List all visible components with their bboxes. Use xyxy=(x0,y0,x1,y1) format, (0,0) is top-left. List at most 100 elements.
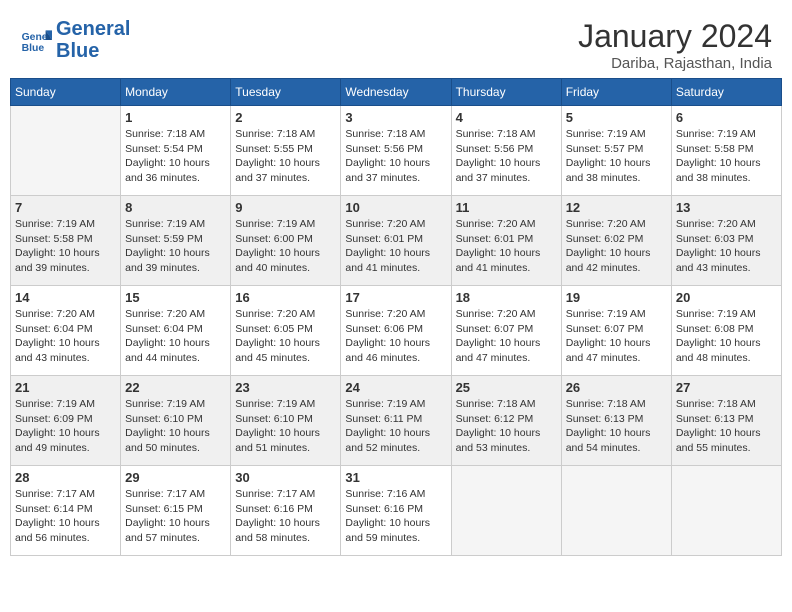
calendar-cell-w2-d3: 17Sunrise: 7:20 AMSunset: 6:06 PMDayligh… xyxy=(341,286,451,376)
calendar-week-row-1: 7Sunrise: 7:19 AMSunset: 5:58 PMDaylight… xyxy=(11,196,782,286)
day-number: 27 xyxy=(676,380,777,395)
day-info: Sunrise: 7:20 AMSunset: 6:02 PMDaylight:… xyxy=(566,217,667,276)
day-number: 14 xyxy=(15,290,116,305)
day-number: 21 xyxy=(15,380,116,395)
day-number: 18 xyxy=(456,290,557,305)
day-info: Sunrise: 7:20 AMSunset: 6:06 PMDaylight:… xyxy=(345,307,446,366)
calendar-cell-w1-d0: 7Sunrise: 7:19 AMSunset: 5:58 PMDaylight… xyxy=(11,196,121,286)
calendar-cell-w1-d3: 10 Sunrise: 7:20 AMSunset: 6:01 PMDayligh… xyxy=(341,196,451,286)
calendar-cell-w4-d2: 30Sunrise: 7:17 AMSunset: 6:16 PMDayligh… xyxy=(231,466,341,556)
title-section: January 2024 Dariba, Rajasthan, India xyxy=(578,18,772,72)
calendar-cell-w2-d4: 18 Sunrise: 7:20 AMSunset: 6:07 PMDayligh… xyxy=(451,286,561,376)
calendar-cell-w0-d5: 5 Sunrise: 7:19 AMSunset: 5:57 PMDaylight… xyxy=(561,106,671,196)
day-info: Sunrise: 7:19 AMSunset: 5:57 PMDaylight:… xyxy=(566,127,667,186)
calendar-week-row-2: 14 Sunrise: 7:20 AMSunset: 6:04 PMDayligh… xyxy=(11,286,782,376)
calendar-cell-w4-d3: 31Sunrise: 7:16 AMSunset: 6:16 PMDayligh… xyxy=(341,466,451,556)
day-number: 12 xyxy=(566,200,667,215)
day-info: Sunrise: 7:17 AMSunset: 6:16 PMDaylight:… xyxy=(235,487,336,546)
day-number: 6 xyxy=(676,110,777,125)
calendar-cell-w4-d1: 29 Sunrise: 7:17 AMSunset: 6:15 PMDayligh… xyxy=(121,466,231,556)
day-number: 29 xyxy=(125,470,226,485)
day-info: Sunrise: 7:18 AMSunset: 5:56 PMDaylight:… xyxy=(345,127,446,186)
day-number: 24 xyxy=(345,380,446,395)
day-info: Sunrise: 7:19 AMSunset: 5:58 PMDaylight:… xyxy=(15,217,116,276)
day-number: 2 xyxy=(235,110,336,125)
logo-general: General xyxy=(56,18,130,40)
day-info: Sunrise: 7:20 AMSunset: 6:03 PMDaylight:… xyxy=(676,217,777,276)
calendar-cell-w2-d2: 16Sunrise: 7:20 AMSunset: 6:05 PMDayligh… xyxy=(231,286,341,376)
calendar-cell-w3-d5: 26 Sunrise: 7:18 AMSunset: 6:13 PMDayligh… xyxy=(561,376,671,466)
calendar-cell-w2-d0: 14 Sunrise: 7:20 AMSunset: 6:04 PMDayligh… xyxy=(11,286,121,376)
calendar-cell-w0-d1: 1Sunrise: 7:18 AMSunset: 5:54 PMDaylight… xyxy=(121,106,231,196)
calendar-cell-w4-d4 xyxy=(451,466,561,556)
logo: General Blue General Blue xyxy=(20,18,130,62)
day-number: 3 xyxy=(345,110,446,125)
day-info: Sunrise: 7:20 AMSunset: 6:07 PMDaylight:… xyxy=(456,307,557,366)
calendar-cell-w3-d3: 24Sunrise: 7:19 AMSunset: 6:11 PMDayligh… xyxy=(341,376,451,466)
calendar-week-row-0: 1Sunrise: 7:18 AMSunset: 5:54 PMDaylight… xyxy=(11,106,782,196)
day-info: Sunrise: 7:19 AMSunset: 6:08 PMDaylight:… xyxy=(676,307,777,366)
calendar-table: Sunday Monday Tuesday Wednesday Thursday… xyxy=(10,78,782,556)
day-number: 1 xyxy=(125,110,226,125)
day-info: Sunrise: 7:19 AMSunset: 5:58 PMDaylight:… xyxy=(676,127,777,186)
calendar-cell-w1-d6: 13 Sunrise: 7:20 AMSunset: 6:03 PMDayligh… xyxy=(671,196,781,286)
day-info: Sunrise: 7:19 AMSunset: 6:10 PMDaylight:… xyxy=(235,397,336,456)
day-info: Sunrise: 7:20 AMSunset: 6:04 PMDaylight:… xyxy=(15,307,116,366)
day-number: 10 xyxy=(345,200,446,215)
day-info: Sunrise: 7:20 AMSunset: 6:05 PMDaylight:… xyxy=(235,307,336,366)
day-info: Sunrise: 7:19 AMSunset: 5:59 PMDaylight:… xyxy=(125,217,226,276)
page-header: General Blue General Blue January 2024 D… xyxy=(10,10,782,78)
calendar-cell-w1-d1: 8 Sunrise: 7:19 AMSunset: 5:59 PMDaylight… xyxy=(121,196,231,286)
calendar-cell-w0-d6: 6 Sunrise: 7:19 AMSunset: 5:58 PMDaylight… xyxy=(671,106,781,196)
day-number: 9 xyxy=(235,200,336,215)
day-info: Sunrise: 7:20 AMSunset: 6:01 PMDaylight:… xyxy=(345,217,446,276)
day-info: Sunrise: 7:18 AMSunset: 6:13 PMDaylight:… xyxy=(676,397,777,456)
day-number: 15 xyxy=(125,290,226,305)
day-info: Sunrise: 7:18 AMSunset: 6:13 PMDaylight:… xyxy=(566,397,667,456)
calendar-cell-w1-d4: 11Sunrise: 7:20 AMSunset: 6:01 PMDayligh… xyxy=(451,196,561,286)
day-info: Sunrise: 7:18 AMSunset: 5:55 PMDaylight:… xyxy=(235,127,336,186)
calendar-cell-w0-d4: 4 Sunrise: 7:18 AMSunset: 5:56 PMDaylight… xyxy=(451,106,561,196)
calendar-cell-w3-d2: 23 Sunrise: 7:19 AMSunset: 6:10 PMDayligh… xyxy=(231,376,341,466)
calendar-cell-w0-d0 xyxy=(11,106,121,196)
header-friday: Friday xyxy=(561,79,671,106)
day-info: Sunrise: 7:17 AMSunset: 6:15 PMDaylight:… xyxy=(125,487,226,546)
day-info: Sunrise: 7:18 AMSunset: 6:12 PMDaylight:… xyxy=(456,397,557,456)
day-number: 23 xyxy=(235,380,336,395)
day-number: 8 xyxy=(125,200,226,215)
calendar-cell-w4-d5 xyxy=(561,466,671,556)
day-info: Sunrise: 7:20 AMSunset: 6:04 PMDaylight:… xyxy=(125,307,226,366)
header-thursday: Thursday xyxy=(451,79,561,106)
day-number: 5 xyxy=(566,110,667,125)
day-number: 20 xyxy=(676,290,777,305)
day-info: Sunrise: 7:19 AMSunset: 6:09 PMDaylight:… xyxy=(15,397,116,456)
calendar-cell-w3-d6: 27 Sunrise: 7:18 AMSunset: 6:13 PMDayligh… xyxy=(671,376,781,466)
calendar-cell-w1-d2: 9Sunrise: 7:19 AMSunset: 6:00 PMDaylight… xyxy=(231,196,341,286)
day-info: Sunrise: 7:16 AMSunset: 6:16 PMDaylight:… xyxy=(345,487,446,546)
logo-text: General Blue xyxy=(56,18,130,62)
day-number: 13 xyxy=(676,200,777,215)
calendar-cell-w1-d5: 12 Sunrise: 7:20 AMSunset: 6:02 PMDayligh… xyxy=(561,196,671,286)
day-number: 25 xyxy=(456,380,557,395)
day-number: 4 xyxy=(456,110,557,125)
calendar-cell-w3-d0: 21 Sunrise: 7:19 AMSunset: 6:09 PMDayligh… xyxy=(11,376,121,466)
calendar-header-row: Sunday Monday Tuesday Wednesday Thursday… xyxy=(11,79,782,106)
day-info: Sunrise: 7:18 AMSunset: 5:56 PMDaylight:… xyxy=(456,127,557,186)
calendar-cell-w2-d1: 15 Sunrise: 7:20 AMSunset: 6:04 PMDayligh… xyxy=(121,286,231,376)
day-number: 26 xyxy=(566,380,667,395)
calendar-week-row-4: 28Sunrise: 7:17 AMSunset: 6:14 PMDayligh… xyxy=(11,466,782,556)
day-number: 22 xyxy=(125,380,226,395)
day-info: Sunrise: 7:19 AMSunset: 6:07 PMDaylight:… xyxy=(566,307,667,366)
calendar-cell-w4-d6 xyxy=(671,466,781,556)
logo-blue: Blue xyxy=(56,40,99,62)
day-info: Sunrise: 7:19 AMSunset: 6:10 PMDaylight:… xyxy=(125,397,226,456)
day-number: 19 xyxy=(566,290,667,305)
day-info: Sunrise: 7:17 AMSunset: 6:14 PMDaylight:… xyxy=(15,487,116,546)
calendar-cell-w3-d4: 25 Sunrise: 7:18 AMSunset: 6:12 PMDayligh… xyxy=(451,376,561,466)
calendar-cell-w0-d2: 2 Sunrise: 7:18 AMSunset: 5:55 PMDaylight… xyxy=(231,106,341,196)
day-info: Sunrise: 7:20 AMSunset: 6:01 PMDaylight:… xyxy=(456,217,557,276)
logo-icon: General Blue xyxy=(20,24,52,56)
calendar-cell-w4-d0: 28Sunrise: 7:17 AMSunset: 6:14 PMDayligh… xyxy=(11,466,121,556)
calendar-week-row-3: 21 Sunrise: 7:19 AMSunset: 6:09 PMDayligh… xyxy=(11,376,782,466)
calendar-cell-w0-d3: 3 Sunrise: 7:18 AMSunset: 5:56 PMDaylight… xyxy=(341,106,451,196)
